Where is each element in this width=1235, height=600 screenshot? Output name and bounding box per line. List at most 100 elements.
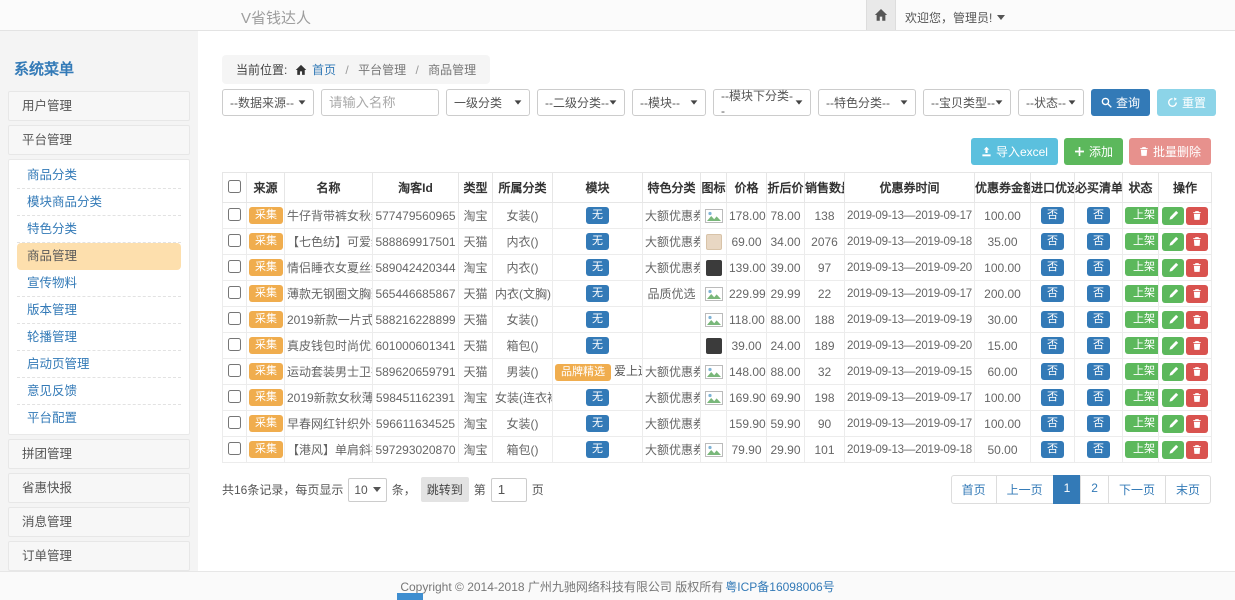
home-button[interactable] [866, 0, 896, 30]
page-number-input[interactable] [491, 478, 527, 502]
row-checkbox[interactable] [228, 260, 241, 273]
delete-button[interactable] [1186, 233, 1208, 251]
status-badge[interactable]: 上架 [1125, 207, 1159, 224]
imported-toggle[interactable]: 否 [1041, 233, 1064, 250]
page-button-1[interactable]: 上一页 [996, 475, 1054, 504]
page-button-0[interactable]: 首页 [951, 475, 997, 504]
filter-select-module[interactable]: --模块-- [632, 89, 706, 116]
row-checkbox[interactable] [228, 390, 241, 403]
status-badge[interactable]: 上架 [1125, 441, 1159, 458]
filter-select-data-source[interactable]: --数据来源-- [222, 89, 314, 116]
select-all-checkbox[interactable] [228, 180, 241, 193]
status-badge[interactable]: 上架 [1125, 337, 1159, 354]
edit-button[interactable] [1162, 389, 1184, 407]
imported-toggle[interactable]: 否 [1041, 285, 1064, 302]
must-buy-toggle[interactable]: 否 [1087, 259, 1110, 276]
filter-select-module-sub[interactable]: --模块下分类-- [713, 89, 811, 116]
sidebar-item-1[interactable]: 平台管理 [8, 125, 190, 155]
imported-toggle[interactable]: 否 [1041, 389, 1064, 406]
delete-button[interactable] [1186, 415, 1208, 433]
page-button-3[interactable]: 2 [1080, 475, 1109, 504]
icp-link[interactable]: 粤ICP备16098006号 [725, 578, 834, 595]
must-buy-toggle[interactable]: 否 [1087, 415, 1110, 432]
sidebar-subitem-11[interactable]: 平台配置 [17, 405, 181, 432]
sidebar-subitem-10[interactable]: 意见反馈 [17, 378, 181, 405]
page-button-4[interactable]: 下一页 [1108, 475, 1166, 504]
module-badge[interactable]: 无 [586, 259, 609, 276]
module-badge[interactable]: 无 [586, 415, 609, 432]
imported-toggle[interactable]: 否 [1041, 337, 1064, 354]
breadcrumb-item-platform[interactable]: 平台管理 [358, 63, 406, 77]
row-checkbox[interactable] [228, 234, 241, 247]
module-badge[interactable]: 无 [586, 389, 609, 406]
status-badge[interactable]: 上架 [1125, 415, 1159, 432]
page-button-2[interactable]: 1 [1053, 475, 1082, 504]
sidebar-subitem-3[interactable]: 模块商品分类 [17, 189, 181, 216]
imported-toggle[interactable]: 否 [1041, 259, 1064, 276]
row-checkbox[interactable] [228, 312, 241, 325]
must-buy-toggle[interactable]: 否 [1087, 311, 1110, 328]
edit-button[interactable] [1162, 337, 1184, 355]
breadcrumb-home-link[interactable]: 首页 [312, 63, 336, 77]
sidebar-subitem-6[interactable]: 宣传物料 [17, 270, 181, 297]
sidebar-item-0[interactable]: 用户管理 [8, 91, 190, 121]
search-button[interactable]: 查询 [1091, 89, 1150, 116]
edit-button[interactable] [1162, 441, 1184, 459]
status-badge[interactable]: 上架 [1125, 311, 1159, 328]
row-checkbox[interactable] [228, 208, 241, 221]
row-checkbox[interactable] [228, 338, 241, 351]
row-checkbox[interactable] [228, 364, 241, 377]
module-badge[interactable]: 无 [586, 233, 609, 250]
filter-select-feature[interactable]: --特色分类-- [818, 89, 916, 116]
edit-button[interactable] [1162, 311, 1184, 329]
imported-toggle[interactable]: 否 [1041, 363, 1064, 380]
page-button-5[interactable]: 末页 [1165, 475, 1211, 504]
breadcrumb-item-goods[interactable]: 商品管理 [428, 63, 476, 77]
sidebar-subitem-9[interactable]: 启动页管理 [17, 351, 181, 378]
batch-delete-button[interactable]: 批量删除 [1129, 138, 1211, 165]
sidebar-subitem-5[interactable]: 商品管理 [17, 243, 181, 270]
edit-button[interactable] [1162, 415, 1184, 433]
sidebar-subitem-8[interactable]: 轮播管理 [17, 324, 181, 351]
filter-select-item-type[interactable]: --宝贝类型-- [923, 89, 1011, 116]
edit-button[interactable] [1162, 233, 1184, 251]
status-badge[interactable]: 上架 [1125, 389, 1159, 406]
edit-button[interactable] [1162, 363, 1184, 381]
sidebar-subitem-7[interactable]: 版本管理 [17, 297, 181, 324]
imported-toggle[interactable]: 否 [1041, 311, 1064, 328]
status-badge[interactable]: 上架 [1125, 233, 1159, 250]
module-badge[interactable]: 无 [586, 441, 609, 458]
delete-button[interactable] [1186, 389, 1208, 407]
filter-select-category-1[interactable]: 一级分类 [446, 89, 530, 116]
status-badge[interactable]: 上架 [1125, 259, 1159, 276]
must-buy-toggle[interactable]: 否 [1087, 285, 1110, 302]
sidebar-item-12[interactable]: 拼团管理 [8, 439, 190, 469]
status-badge[interactable]: 上架 [1125, 363, 1159, 380]
row-checkbox[interactable] [228, 442, 241, 455]
edit-button[interactable] [1162, 259, 1184, 277]
reset-button[interactable]: 重置 [1157, 89, 1216, 116]
imported-toggle[interactable]: 否 [1041, 415, 1064, 432]
sidebar-subitem-2[interactable]: 商品分类 [17, 162, 181, 189]
delete-button[interactable] [1186, 285, 1208, 303]
must-buy-toggle[interactable]: 否 [1087, 389, 1110, 406]
filter-select-status[interactable]: --状态-- [1018, 89, 1084, 116]
per-page-select[interactable]: 10 [348, 478, 386, 502]
sidebar-item-14[interactable]: 消息管理 [8, 507, 190, 537]
delete-button[interactable] [1186, 311, 1208, 329]
must-buy-toggle[interactable]: 否 [1087, 441, 1110, 458]
add-button[interactable]: 添加 [1064, 138, 1123, 165]
must-buy-toggle[interactable]: 否 [1087, 207, 1110, 224]
status-badge[interactable]: 上架 [1125, 285, 1159, 302]
user-menu[interactable]: 欢迎您，管理员! [905, 9, 1005, 26]
module-badge[interactable]: 无 [586, 207, 609, 224]
sidebar-item-15[interactable]: 订单管理 [8, 541, 190, 571]
row-checkbox[interactable] [228, 416, 241, 429]
edit-button[interactable] [1162, 285, 1184, 303]
must-buy-toggle[interactable]: 否 [1087, 337, 1110, 354]
delete-button[interactable] [1186, 441, 1208, 459]
import-excel-button[interactable]: 导入excel [971, 138, 1058, 165]
delete-button[interactable] [1186, 207, 1208, 225]
edit-button[interactable] [1162, 207, 1184, 225]
imported-toggle[interactable]: 否 [1041, 207, 1064, 224]
